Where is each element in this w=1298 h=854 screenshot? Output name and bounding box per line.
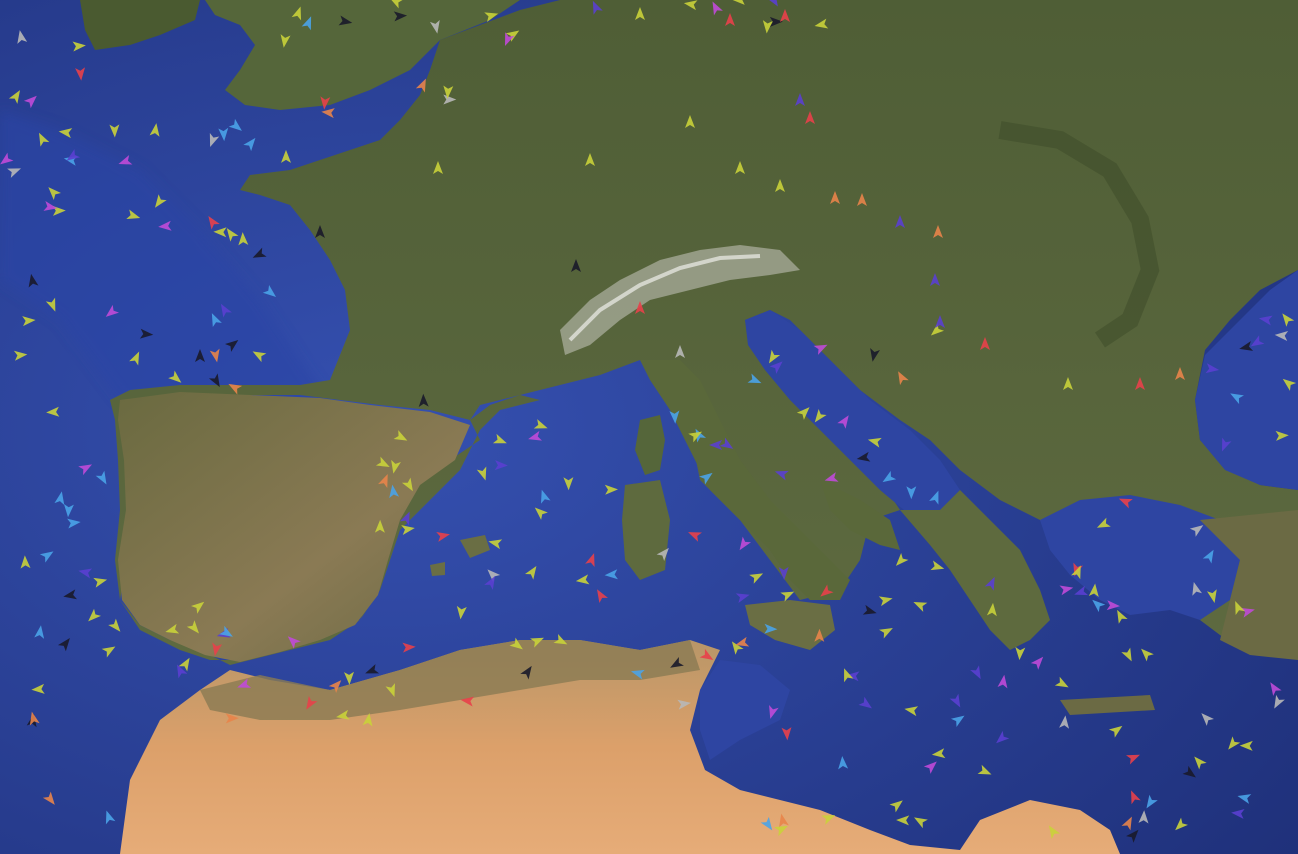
satellite-map[interactable] bbox=[0, 0, 1298, 854]
sardinia bbox=[622, 480, 670, 580]
map-canvas[interactable] bbox=[0, 0, 1298, 854]
